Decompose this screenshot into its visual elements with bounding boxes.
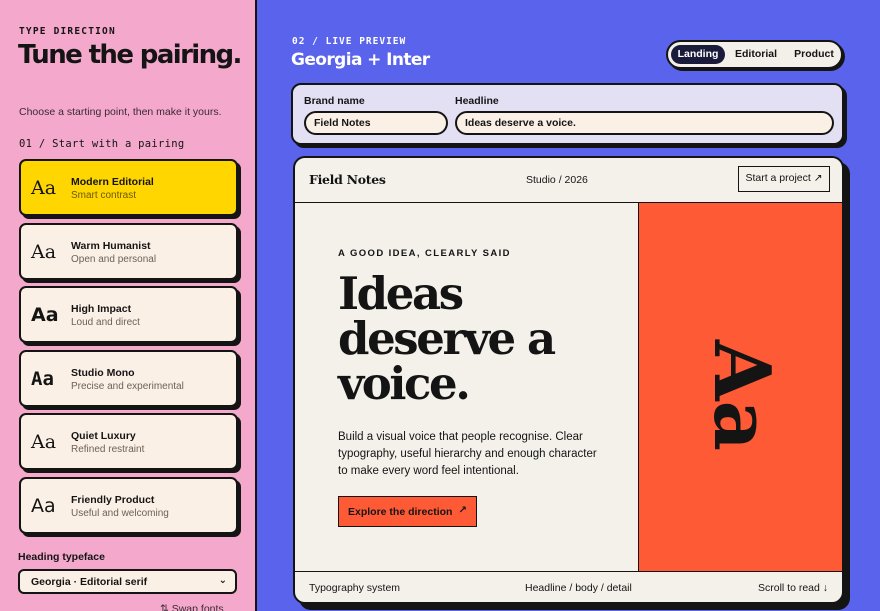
pairing-desc: Useful and welcoming bbox=[71, 507, 169, 519]
step-label: 01 / Start with a pairing bbox=[19, 138, 185, 150]
sidebar: TYPE DIRECTION Tune the pairing. Choose … bbox=[0, 0, 257, 611]
pairing-sample: Aa bbox=[31, 240, 57, 263]
sidebar-eyebrow: TYPE DIRECTION bbox=[19, 26, 116, 37]
tab-landing[interactable]: Landing bbox=[671, 45, 725, 64]
pairing-card-high-impact[interactable]: Aa High Impact Loud and direct bbox=[19, 286, 238, 343]
footer-hierarchy: Headline / body / detail bbox=[525, 582, 632, 594]
pairing-card-warm-humanist[interactable]: Aa Warm Humanist Open and personal bbox=[19, 222, 238, 280]
pairing-sample: Aa bbox=[31, 304, 59, 326]
pairing-name: Friendly Product bbox=[71, 493, 155, 506]
heading-typeface-label: Heading typeface bbox=[18, 551, 105, 563]
preview-hero: A GOOD IDEA, CLEARLY SAID Ideas deserve … bbox=[295, 203, 638, 571]
start-project-button[interactable]: Start a project ↗ bbox=[738, 166, 830, 192]
pairing-card-studio-mono[interactable]: Aa Studio Mono Precise and experimental bbox=[19, 349, 238, 407]
swap-fonts-button[interactable]: ⇅ Swap fonts bbox=[160, 603, 224, 611]
headline-input[interactable] bbox=[455, 111, 834, 135]
pairing-card-modern-editorial[interactable]: Aa Modern Editorial Smart contrast bbox=[19, 159, 238, 216]
sidebar-title: Tune the pairing. bbox=[18, 40, 242, 70]
pairing-name: Modern Editorial bbox=[71, 176, 154, 188]
footer-typography-system: Typography system bbox=[309, 582, 401, 594]
type-sample-glyph: Aa bbox=[696, 340, 787, 452]
view-tabs: Landing Editorial Product bbox=[666, 40, 843, 69]
preview-title: Georgia + Inter bbox=[291, 50, 430, 70]
preview-kicker: A GOOD IDEA, CLEARLY SAID bbox=[338, 248, 511, 259]
pairing-name: Warm Humanist bbox=[71, 239, 151, 252]
pairing-card-friendly-product[interactable]: Aa Friendly Product Useful and welcoming bbox=[19, 476, 238, 534]
preview-brand: Field Notes bbox=[309, 172, 386, 187]
arrow-up-right-icon: ↗ bbox=[458, 505, 467, 516]
preview-eyebrow: 02 / LIVE PREVIEW bbox=[292, 36, 407, 47]
pairing-desc: Loud and direct bbox=[71, 317, 140, 328]
explore-direction-button[interactable]: Explore the direction ↗ bbox=[338, 496, 477, 527]
heading-typeface-select[interactable]: Georgia · Editorial serif ⌄ bbox=[18, 569, 237, 594]
heading-typeface-value: Georgia · Editorial serif bbox=[31, 576, 148, 588]
tab-product[interactable]: Product bbox=[787, 45, 841, 64]
preview-studio: Studio / 2026 bbox=[526, 174, 588, 186]
pairing-sample: Aa bbox=[31, 177, 57, 199]
content-fields: Brand name Headline bbox=[291, 83, 844, 145]
pairing-desc: Precise and experimental bbox=[71, 380, 184, 392]
pairing-name: High Impact bbox=[71, 303, 132, 315]
preview-headline: Ideas deserve a voice. bbox=[338, 267, 556, 410]
pairing-list: Aa Modern Editorial Smart contrast Aa Wa… bbox=[19, 159, 238, 540]
preview-body: Build a visual voice that people recogni… bbox=[338, 431, 597, 477]
preview-accent-panel: Aa bbox=[638, 203, 842, 571]
tab-editorial[interactable]: Editorial bbox=[728, 45, 784, 64]
pairing-sample: Aa bbox=[31, 367, 54, 390]
pairing-name: Quiet Luxury bbox=[71, 430, 136, 442]
pairing-desc: Smart contrast bbox=[71, 190, 137, 201]
sidebar-subtitle: Choose a starting point, then make it yo… bbox=[19, 106, 222, 118]
pairing-desc: Open and personal bbox=[71, 253, 157, 265]
pairing-sample: Aa bbox=[31, 494, 56, 517]
explore-direction-label: Explore the direction bbox=[348, 506, 453, 518]
chevron-down-icon: ⌄ bbox=[218, 575, 227, 586]
brand-name-label: Brand name bbox=[304, 95, 365, 107]
headline-label: Headline bbox=[455, 95, 499, 107]
brand-name-input[interactable] bbox=[304, 111, 448, 135]
pairing-name: Studio Mono bbox=[71, 366, 135, 379]
live-preview: Field Notes Studio / 2026 Start a projec… bbox=[293, 156, 844, 604]
pairing-sample: Aa bbox=[31, 431, 57, 453]
preview-footer: Typography system Headline / body / deta… bbox=[295, 571, 842, 602]
scroll-to-read-link[interactable]: Scroll to read ↓ bbox=[758, 582, 828, 594]
pairing-card-quiet-luxury[interactable]: Aa Quiet Luxury Refined restraint bbox=[19, 413, 238, 470]
preview-header: Field Notes Studio / 2026 Start a projec… bbox=[295, 158, 842, 203]
pairing-desc: Refined restraint bbox=[71, 444, 145, 455]
